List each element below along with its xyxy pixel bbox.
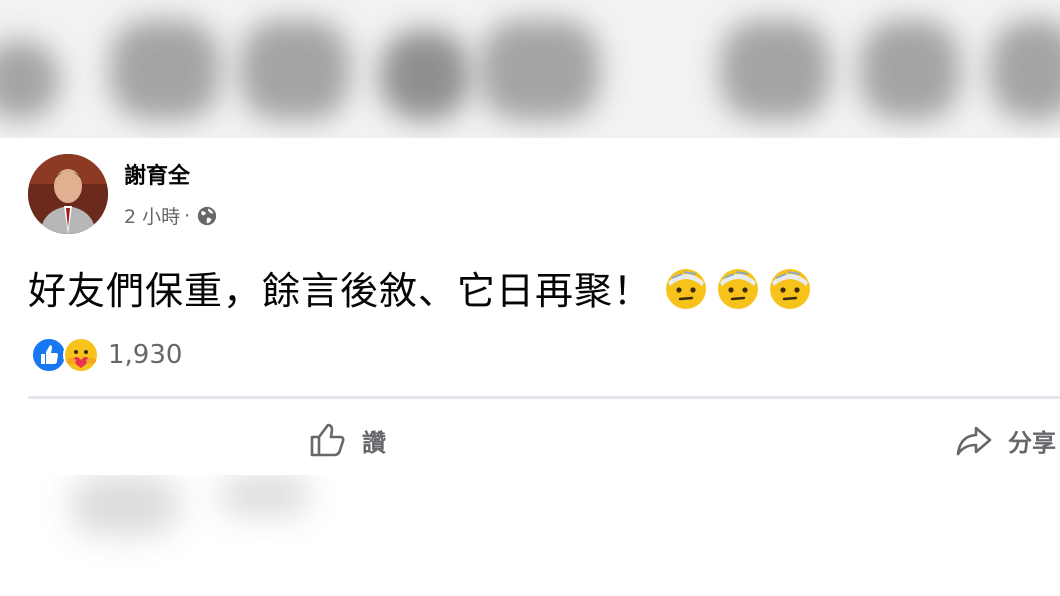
care-reaction-icon <box>63 337 99 373</box>
face-with-head-bandage-icon <box>770 268 811 309</box>
globe-icon <box>198 206 217 225</box>
like-label: 讚 <box>362 428 386 457</box>
post-time[interactable]: 2 小時 <box>124 202 180 229</box>
reactions-summary[interactable]: 1,930 <box>30 336 182 374</box>
post-meta: 2 小時 · <box>124 202 218 229</box>
blurred-header-area <box>0 0 1060 138</box>
author-name[interactable]: 謝育全 <box>124 158 190 190</box>
meta-separator: · <box>184 204 191 227</box>
face-with-head-bandage-icon <box>718 268 759 309</box>
reaction-count[interactable]: 1,930 <box>108 340 182 370</box>
like-button[interactable]: 讚 <box>308 420 386 460</box>
blurred-footer-area <box>0 475 1060 596</box>
post-text: 好友們保重，餘言後敘、它日再聚！ <box>28 260 814 315</box>
share-arrow-icon <box>956 426 992 456</box>
face-with-head-bandage-icon <box>666 268 707 309</box>
post-body: 好友們保重，餘言後敘、它日再聚！ <box>28 269 653 313</box>
post-card: 謝育全 2 小時 · 好友們保重，餘言後敘、它日再聚！ 1,930 讚 分享 <box>0 138 1060 475</box>
share-label: 分享 <box>1008 428 1056 457</box>
avatar-photo <box>28 154 108 234</box>
thumbs-up-icon <box>310 423 345 457</box>
divider <box>28 396 1060 399</box>
share-button[interactable]: 分享 <box>954 420 1056 460</box>
emoji-group <box>662 264 814 312</box>
avatar[interactable] <box>28 154 108 234</box>
